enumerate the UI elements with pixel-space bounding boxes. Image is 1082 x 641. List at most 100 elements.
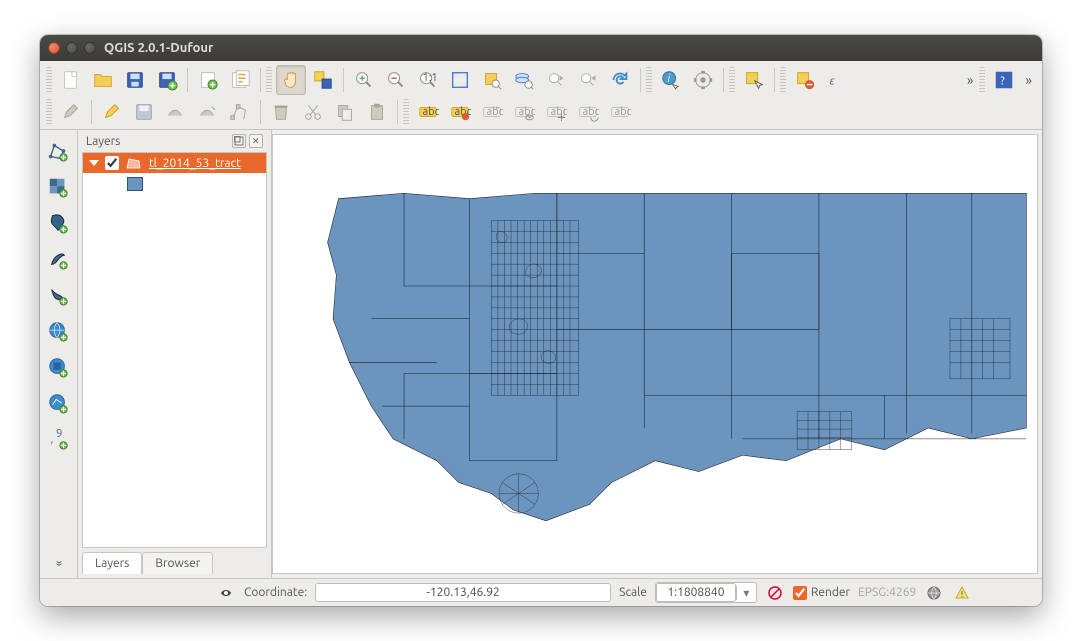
add-postgis-layer-button[interactable] (43, 208, 73, 238)
svg-text:abc: abc (551, 106, 568, 118)
tab-layers[interactable]: Layers (82, 552, 142, 574)
new-project-button[interactable] (56, 65, 86, 95)
add-raster-layer-button[interactable] (43, 172, 73, 202)
add-wcs-layer-button[interactable] (43, 352, 73, 382)
render-checkbox-group[interactable]: Render (793, 586, 850, 600)
svg-text:,: , (51, 434, 54, 446)
window-maximize-button[interactable] (84, 42, 96, 54)
left-dock-toolbar: ,9 » (40, 130, 78, 578)
select-features-button[interactable] (739, 65, 769, 95)
zoom-to-selection-button[interactable] (477, 65, 507, 95)
toggle-editing-button[interactable] (97, 97, 127, 127)
scale-selector[interactable]: ▾ (655, 582, 757, 603)
show-hide-labels-button[interactable]: abc (509, 97, 539, 127)
crs-display[interactable]: EPSG:4269 (858, 586, 916, 599)
toolbar-grip[interactable] (46, 67, 52, 93)
dock-overflow-button[interactable]: » (52, 561, 65, 567)
refresh-button[interactable] (605, 65, 635, 95)
toolbar-grip[interactable] (780, 67, 786, 93)
map-canvas[interactable] (272, 134, 1038, 574)
help-button[interactable]: ? (989, 65, 1019, 95)
messages-button[interactable] (952, 583, 972, 603)
select-by-expression-button[interactable]: ε (822, 65, 852, 95)
add-mssql-layer-button[interactable] (43, 280, 73, 310)
zoom-last-button[interactable] (541, 65, 571, 95)
toolbar-overflow-button[interactable]: » (963, 72, 978, 88)
label-tool-button[interactable]: abc (413, 97, 443, 127)
toolbar-grip[interactable] (979, 67, 985, 93)
layer-item[interactable]: tl_2014_53_tract (83, 153, 266, 173)
cut-features-button[interactable] (298, 97, 328, 127)
zoom-in-button[interactable] (349, 65, 379, 95)
highlight-pinned-labels-button[interactable]: abc (445, 97, 475, 127)
zoom-next-button[interactable] (573, 65, 603, 95)
scale-input[interactable] (656, 583, 736, 602)
move-feature-button[interactable] (193, 97, 223, 127)
window-minimize-button[interactable] (66, 42, 78, 54)
layer-visibility-checkbox[interactable] (105, 156, 119, 170)
new-print-composer-button[interactable] (193, 65, 223, 95)
crs-status-button[interactable] (924, 583, 944, 603)
toolbar-grip[interactable] (729, 67, 735, 93)
layer-fill-swatch (127, 177, 143, 191)
save-project-button[interactable] (120, 65, 150, 95)
stop-rendering-button[interactable] (765, 583, 785, 603)
coordinate-label: Coordinate: (244, 586, 307, 599)
toolbar-grip[interactable] (403, 99, 409, 125)
add-feature-button[interactable] (161, 97, 191, 127)
add-spatialite-layer-button[interactable] (43, 244, 73, 274)
toolbar-grip[interactable] (46, 99, 52, 125)
save-project-as-button[interactable] (152, 65, 182, 95)
toolbar-overflow-button[interactable]: » (1021, 72, 1036, 88)
render-label: Render (811, 586, 850, 599)
paste-features-button[interactable] (362, 97, 392, 127)
composer-manager-button[interactable] (225, 65, 255, 95)
current-edits-button[interactable] (56, 97, 86, 127)
rotate-label-button[interactable]: abc (573, 97, 603, 127)
delete-selected-button[interactable] (266, 97, 296, 127)
add-wms-layer-button[interactable] (43, 316, 73, 346)
toolbar-grip[interactable] (646, 67, 652, 93)
pan-to-selection-button[interactable] (308, 65, 338, 95)
zoom-full-button[interactable] (445, 65, 475, 95)
identify-button[interactable]: i (656, 65, 686, 95)
toolbar-grip[interactable] (266, 67, 272, 93)
toggle-extents-icon[interactable] (216, 583, 236, 603)
tab-browser[interactable]: Browser (142, 552, 213, 574)
deselect-all-button[interactable] (790, 65, 820, 95)
render-checkbox[interactable] (793, 586, 807, 600)
layers-panel-title: Layers (86, 135, 120, 148)
pin-labels-button[interactable]: abc (477, 97, 507, 127)
save-layer-edits-button[interactable] (129, 97, 159, 127)
open-project-button[interactable] (88, 65, 118, 95)
layer-name: tl_2014_53_tract (149, 157, 241, 170)
layer-symbology-row[interactable] (83, 173, 266, 191)
svg-text:abc: abc (615, 106, 632, 118)
scale-label: Scale (619, 586, 647, 599)
change-label-button[interactable]: abc (605, 97, 635, 127)
window-close-button[interactable] (48, 42, 60, 54)
add-delimited-text-layer-button[interactable]: ,9 (43, 424, 73, 454)
expand-triangle-icon[interactable] (89, 160, 99, 166)
run-feature-action-button[interactable] (688, 65, 718, 95)
layers-tree[interactable]: tl_2014_53_tract (82, 152, 267, 548)
scale-dropdown-button[interactable]: ▾ (736, 586, 756, 600)
zoom-out-button[interactable] (381, 65, 411, 95)
pan-map-button[interactable] (276, 65, 306, 95)
panel-close-button[interactable]: ✕ (249, 134, 263, 148)
zoom-native-button[interactable]: 1:1 (413, 65, 443, 95)
add-vector-layer-button[interactable] (43, 136, 73, 166)
coordinate-input[interactable] (315, 583, 611, 602)
titlebar[interactable]: QGIS 2.0.1-Dufour (40, 35, 1042, 61)
layers-panel: Layers ✕ tl_2014_53_tract (78, 130, 272, 578)
polygon-layer-icon (125, 156, 143, 170)
copy-features-button[interactable] (330, 97, 360, 127)
zoom-to-layer-button[interactable] (509, 65, 539, 95)
move-label-button[interactable]: abc (541, 97, 571, 127)
svg-text:abc: abc (583, 106, 600, 118)
app-window: QGIS 2.0.1-Dufour 1:1 (40, 35, 1042, 606)
add-wfs-layer-button[interactable] (43, 388, 73, 418)
svg-text:1:1: 1:1 (423, 72, 438, 84)
panel-undock-button[interactable] (232, 134, 246, 148)
node-tool-button[interactable] (225, 97, 255, 127)
